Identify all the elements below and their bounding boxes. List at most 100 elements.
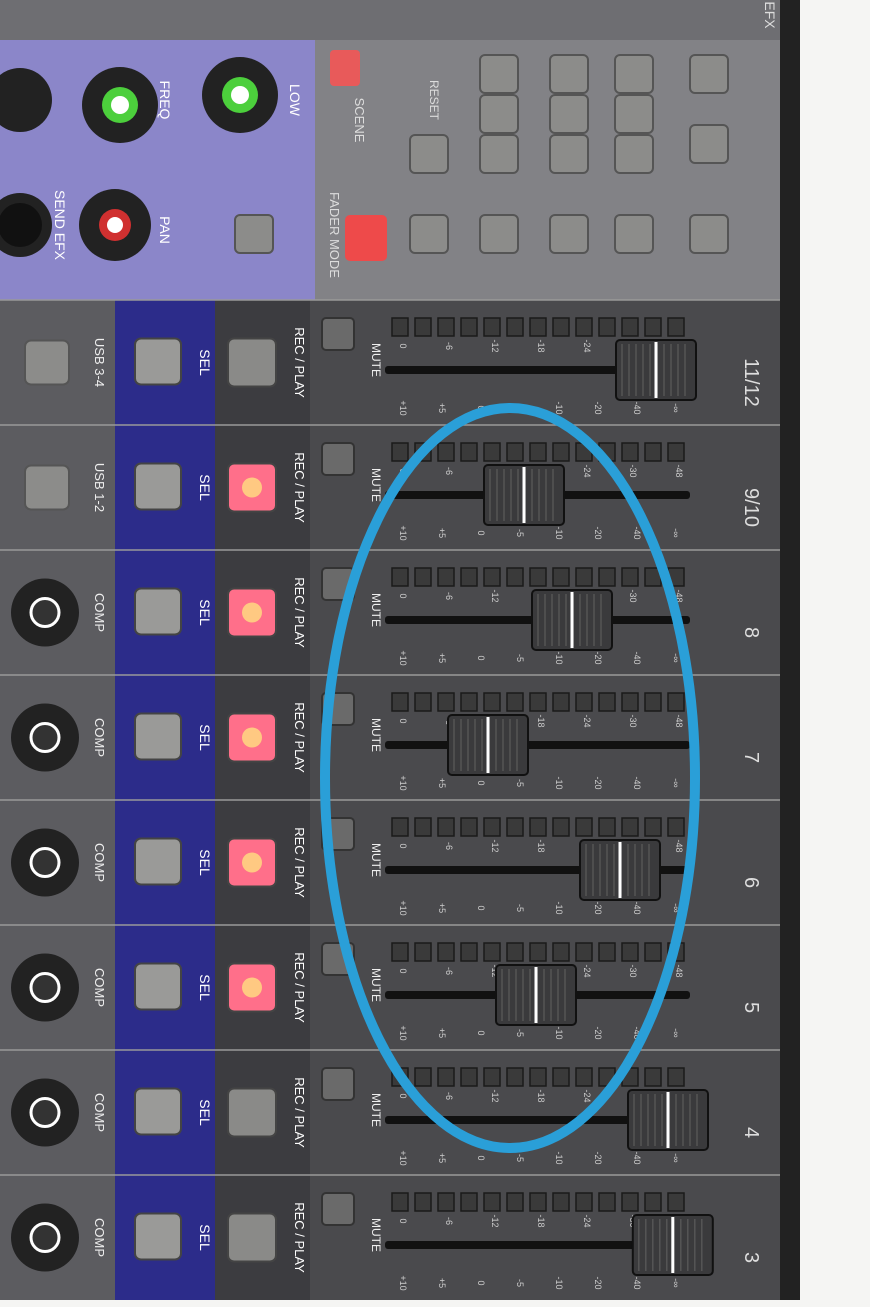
sel-label: SEL [197, 1099, 213, 1126]
meter-led [414, 817, 432, 837]
meter-led [414, 692, 432, 712]
scene-button-lit[interactable] [330, 50, 360, 86]
scene-button[interactable] [479, 94, 519, 134]
scene-button[interactable] [234, 214, 274, 254]
meter-led [598, 817, 616, 837]
channel-top-label: COMP [92, 718, 107, 757]
label-fader-mode: FADER MODE [327, 192, 342, 278]
sel-button[interactable] [134, 462, 182, 511]
meter-scale-label: -24 [582, 964, 592, 977]
meter-led [667, 442, 685, 462]
rec-play-button[interactable] [227, 1087, 277, 1138]
sel-button[interactable] [134, 837, 182, 886]
scene-button[interactable] [479, 54, 519, 94]
meter-led [667, 1067, 685, 1087]
rec-play-label: REC / PLAY [292, 1077, 307, 1148]
meter-led [529, 817, 547, 837]
rec-play-button[interactable] [227, 337, 277, 388]
sel-label: SEL [197, 849, 213, 876]
scene-button[interactable] [409, 134, 449, 174]
meter-led [552, 1192, 570, 1212]
meter-led [460, 942, 478, 962]
photo-stage: SEND EFX FREQ PAN LOW SCENE RESET FADER … [0, 0, 870, 1307]
mute-label: MUTE [369, 468, 383, 502]
scene-button[interactable] [549, 94, 589, 134]
meter-led [391, 567, 409, 587]
scene-button[interactable] [689, 54, 729, 94]
scene-button[interactable] [614, 134, 654, 174]
scene-button[interactable] [479, 214, 519, 254]
meter-scale-label: -6 [444, 1092, 454, 1100]
knob-freq[interactable] [82, 67, 158, 143]
meter-scale-label: -12 [490, 1214, 500, 1227]
comp-knob-cap [29, 972, 61, 1003]
scene-button[interactable] [479, 134, 519, 174]
sel-button[interactable] [134, 1212, 182, 1261]
meter-led [644, 442, 662, 462]
usb-button[interactable] [24, 339, 70, 386]
meter-scale-label: -24 [582, 1214, 592, 1227]
meter-scale-label: -30 [628, 714, 638, 727]
meter-led [598, 317, 616, 337]
fader-mode-button-lit[interactable] [345, 215, 387, 261]
sel-label: SEL [197, 349, 213, 376]
fader-scale-label: -∞ [671, 528, 681, 537]
scene-button[interactable] [549, 214, 589, 254]
channel-top-label: COMP [92, 843, 107, 882]
meter-led [506, 1067, 524, 1087]
fader-scale-label: +10 [398, 1025, 408, 1040]
meter-scale-label: -6 [444, 842, 454, 850]
scene-button[interactable] [549, 54, 589, 94]
mute-label: MUTE [369, 968, 383, 1002]
sel-button[interactable] [134, 1087, 182, 1136]
meter-led [644, 317, 662, 337]
scene-button[interactable] [614, 94, 654, 134]
sel-button[interactable] [134, 962, 182, 1011]
meter-scale-label: -48 [674, 839, 684, 852]
sel-button[interactable] [134, 337, 182, 386]
fader-scale-label: -5 [515, 1029, 525, 1037]
sel-button[interactable] [134, 587, 182, 636]
meter-led [483, 692, 501, 712]
scene-button[interactable] [409, 214, 449, 254]
mute-button[interactable] [321, 1192, 355, 1226]
scene-button[interactable] [689, 214, 729, 254]
comp-knob-cap [29, 722, 61, 753]
sel-label: SEL [197, 724, 213, 751]
meter-led [391, 317, 409, 337]
scene-button[interactable] [689, 124, 729, 164]
meter-led [667, 817, 685, 837]
fader-scale-label: +5 [437, 778, 447, 788]
rec-play-button[interactable] [227, 1212, 277, 1263]
scene-button[interactable] [614, 214, 654, 254]
channel-number: 4 [740, 1127, 762, 1138]
knob-pan[interactable] [79, 189, 151, 261]
meter-led [552, 317, 570, 337]
fader-scale-label: 0 [476, 1155, 486, 1160]
usb-button[interactable] [24, 464, 70, 511]
rec-led-glow [242, 477, 262, 498]
meter-led [621, 692, 639, 712]
fader-track [385, 741, 690, 749]
meter-led [506, 1192, 524, 1212]
meter-led [437, 1067, 455, 1087]
meter-led [529, 1192, 547, 1212]
fader-scale-label: 0 [476, 530, 486, 535]
meter-scale-label: 0 [398, 1218, 408, 1223]
meter-led [644, 942, 662, 962]
sel-label: SEL [197, 1224, 213, 1251]
meter-led [391, 692, 409, 712]
meter-scale-label: -6 [444, 467, 454, 475]
sel-button[interactable] [134, 712, 182, 761]
mute-button[interactable] [321, 1067, 355, 1101]
channel-number: 3 [740, 1252, 762, 1263]
fader-scale-label: 0 [476, 1030, 486, 1035]
channel-top-label: COMP [92, 1093, 107, 1132]
comp-knob-cap [29, 1097, 61, 1128]
scene-button[interactable] [549, 134, 589, 174]
meter-led [621, 317, 639, 337]
mute-button[interactable] [321, 442, 355, 476]
scene-button[interactable] [614, 54, 654, 94]
mute-button[interactable] [321, 317, 355, 351]
knob-low[interactable] [202, 57, 278, 133]
